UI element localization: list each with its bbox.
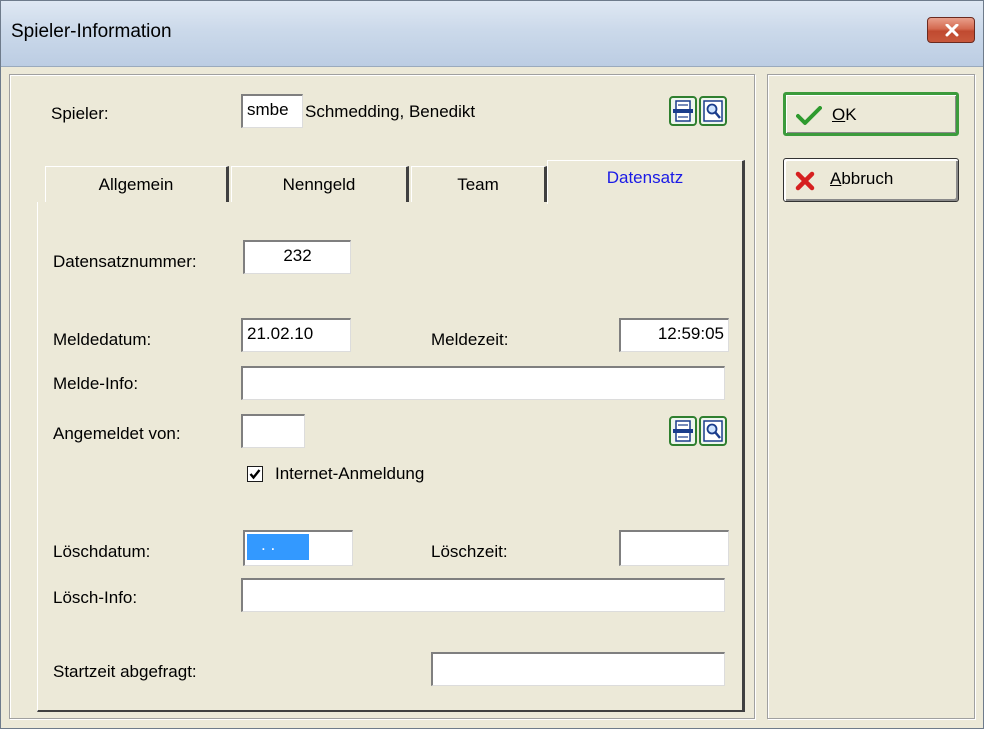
cancel-button-label: Abbruch: [830, 169, 894, 188]
reg-time-field[interactable]: 12:59:05: [619, 318, 729, 352]
reg-date-label: Meldedatum:: [53, 330, 152, 349]
ok-button-label: OK: [832, 105, 857, 124]
magnifier-icon: [703, 420, 723, 442]
registered-by-label: Angemeldet von:: [53, 424, 181, 443]
title-bar[interactable]: Spieler-Information: [1, 1, 983, 67]
start-query-field[interactable]: [431, 652, 725, 686]
del-info-field[interactable]: [241, 578, 725, 612]
registered-by-lookup-buttons: [669, 416, 727, 446]
ok-button[interactable]: OK: [783, 92, 959, 136]
reg-time-label: Meldezeit:: [431, 330, 509, 349]
window-title: Spieler-Information: [11, 21, 172, 42]
cross-icon: [795, 171, 815, 191]
registered-by-list-button[interactable]: [669, 416, 697, 446]
checkmark-icon: [249, 469, 261, 480]
start-query-label: Startzeit abgefragt:: [53, 662, 197, 681]
record-number-label: Datensatznummer:: [53, 252, 197, 271]
tab-datensatz-label: Datensatz: [606, 168, 684, 187]
player-lookup-buttons: [669, 96, 727, 126]
player-label: Spieler:: [51, 104, 109, 123]
record-number-field[interactable]: 232: [243, 240, 351, 274]
player-name: Schmedding, Benedikt: [305, 102, 476, 121]
tab-datensatz[interactable]: Datensatz: [547, 160, 745, 204]
cancel-button[interactable]: Abbruch: [783, 158, 959, 202]
del-date-label: Löschdatum:: [53, 542, 151, 561]
checkmark-icon: [796, 106, 822, 125]
player-list-button[interactable]: [669, 96, 697, 126]
dialog-client-area: Spieler: smbe Schmedding, Benedikt Allge…: [5, 68, 981, 726]
internet-checkbox[interactable]: [247, 466, 263, 482]
del-date-field[interactable]: . .: [243, 530, 353, 566]
tab-allgemein[interactable]: Allgemein: [45, 166, 229, 202]
tab-panel-datensatz: [37, 202, 745, 712]
tab-team[interactable]: Team: [411, 166, 547, 202]
del-info-label: Lösch-Info:: [53, 588, 138, 607]
registered-by-search-button[interactable]: [699, 416, 727, 446]
player-code-field[interactable]: smbe: [241, 94, 303, 128]
internet-checkbox-label[interactable]: Internet-Anmeldung: [275, 464, 424, 484]
del-date-selection: . .: [247, 534, 309, 560]
close-button[interactable]: [927, 17, 975, 43]
registered-by-field[interactable]: [241, 414, 305, 448]
list-icon: [673, 420, 693, 442]
player-search-button[interactable]: [699, 96, 727, 126]
magnifier-icon: [703, 100, 723, 122]
reg-date-field[interactable]: 21.02.10: [241, 318, 351, 352]
del-time-field[interactable]: [619, 530, 729, 566]
close-icon: [945, 24, 959, 37]
reg-info-label: Melde-Info:: [53, 374, 139, 393]
tab-team-label: Team: [457, 175, 499, 194]
del-time-label: Löschzeit:: [431, 542, 508, 561]
dialog-window: Spieler-Information Spieler: smbe Schmed…: [0, 0, 984, 729]
list-icon: [673, 100, 693, 122]
reg-info-field[interactable]: [241, 366, 725, 400]
tab-nenngeld[interactable]: Nenngeld: [231, 166, 409, 202]
tab-nenngeld-label: Nenngeld: [282, 175, 356, 194]
tab-allgemein-label: Allgemein: [98, 175, 174, 194]
